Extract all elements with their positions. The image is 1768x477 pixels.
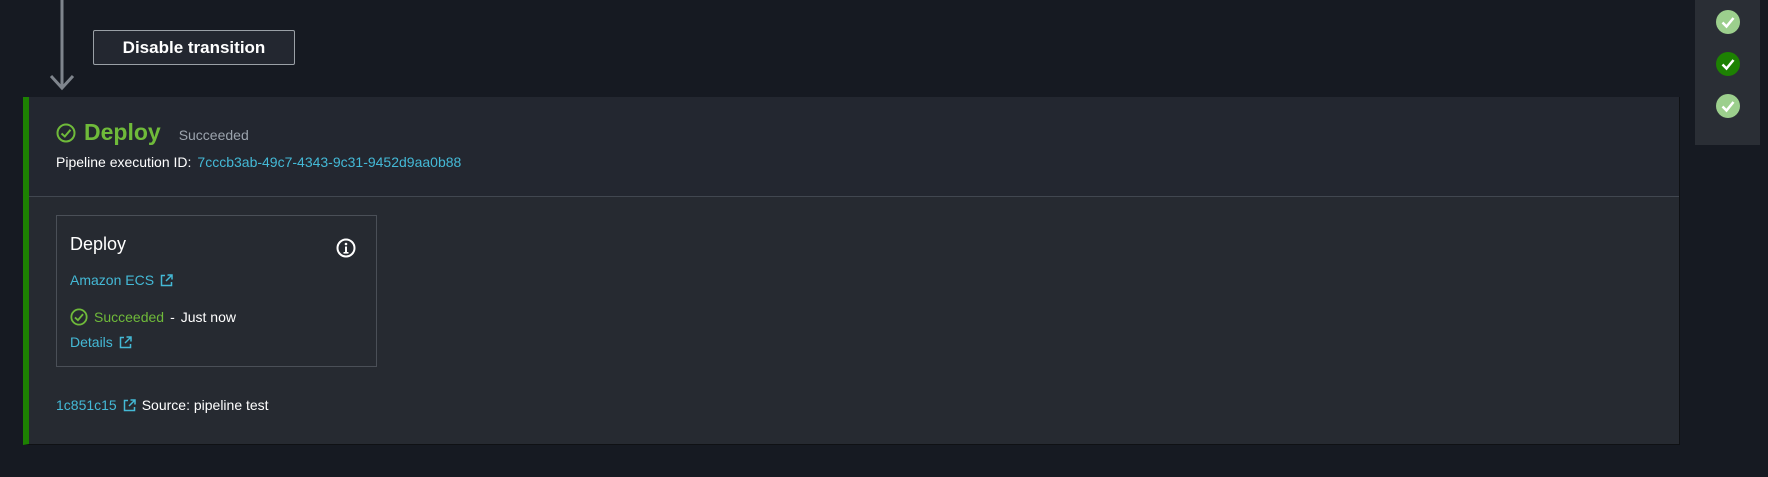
action-status-row: Succeeded - Just now [70, 308, 236, 326]
source-text: Source: pipeline test [141, 397, 269, 413]
stage-deploy: Deploy Succeeded Pipeline execution ID: … [23, 97, 1680, 445]
status-separator: - [170, 309, 175, 325]
execution-id-link[interactable]: 7cccb3ab-49c7-4343-9c31-9452d9aa0b88 [197, 154, 461, 170]
minimap-stage-3-check-icon[interactable] [1715, 93, 1741, 119]
stage-status: Succeeded [178, 126, 249, 143]
info-icon[interactable] [336, 238, 356, 258]
action-status: Succeeded [94, 309, 165, 325]
arrow-down-icon [49, 0, 75, 91]
pipeline-minimap [1695, 0, 1760, 145]
minimap-stage-2-check-icon[interactable] [1715, 51, 1741, 77]
external-link-icon[interactable] [123, 398, 136, 412]
execution-id-row: Pipeline execution ID: 7cccb3ab-49c7-434… [56, 154, 461, 170]
commit-id-link[interactable]: 1c851c15 [56, 397, 117, 413]
minimap-stage-1-check-icon[interactable] [1715, 9, 1741, 35]
stage-header: Deploy Succeeded Pipeline execution ID: … [29, 97, 1679, 197]
provider-link[interactable]: Amazon ECS [70, 272, 173, 288]
external-link-icon [119, 335, 132, 348]
action-time: Just now [180, 309, 236, 325]
source-revision-row: 1c851c15 Source: pipeline test [56, 397, 269, 413]
details-link[interactable]: Details [70, 334, 132, 350]
provider-label[interactable]: Amazon ECS [70, 272, 154, 288]
details-label[interactable]: Details [70, 334, 113, 350]
action-card-deploy: Deploy Amazon ECS Succeeded - Just now D… [56, 215, 377, 367]
stage-title: Deploy [84, 119, 161, 145]
external-link-icon [160, 273, 173, 286]
execution-id-label: Pipeline execution ID: [56, 154, 192, 170]
check-circle-icon [70, 308, 88, 326]
disable-transition-button[interactable]: Disable transition [93, 30, 295, 65]
pipeline-canvas: Disable transition Deploy Succeeded Pipe… [0, 0, 1768, 477]
check-circle-icon [56, 123, 76, 142]
action-name: Deploy [70, 234, 127, 254]
stage-title-row: Deploy Succeeded [56, 119, 249, 146]
